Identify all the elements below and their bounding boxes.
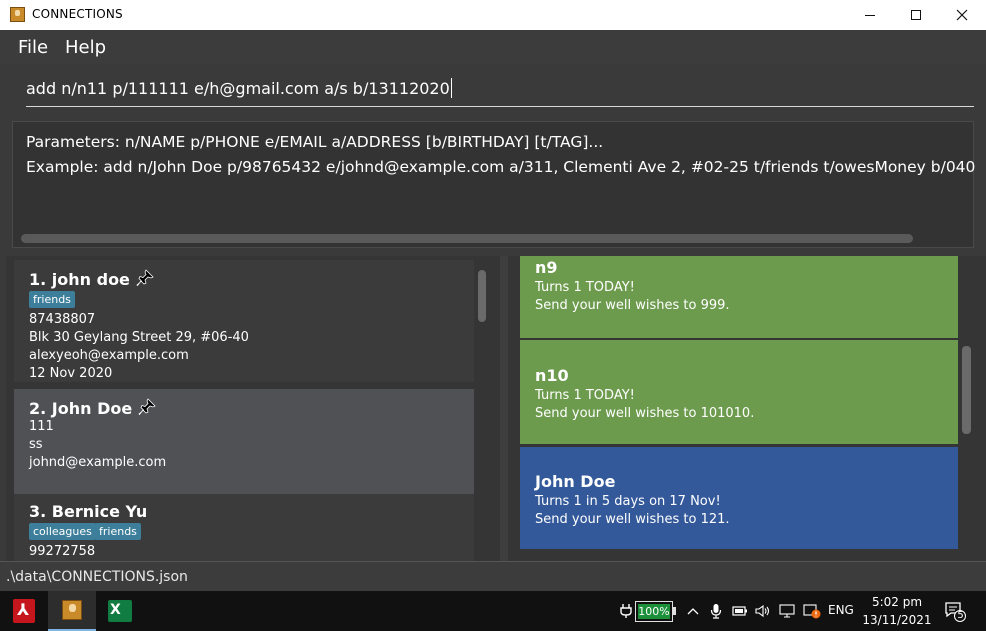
plug-icon xyxy=(620,604,632,618)
taskbar-connections[interactable] xyxy=(48,591,96,631)
birthday-message: Turns 1 in 5 days on 17 Nov! xyxy=(535,494,721,509)
person-list-panel: 1. john doe friends 87438807 Blk 30 Geyl… xyxy=(6,256,500,561)
app-window: File Help add n/n11 p/111111 e/h@gmail.c… xyxy=(0,30,986,591)
microphone-icon xyxy=(710,604,722,619)
menu-help[interactable]: Help xyxy=(65,37,106,58)
menu-bar: File Help xyxy=(0,30,986,64)
taskbar-excel[interactable] xyxy=(96,591,144,631)
connections-app-icon xyxy=(62,600,82,620)
result-line-1: Parameters: n/NAME p/PHONE e/EMAIL a/ADD… xyxy=(26,133,604,151)
person-name-text: 2. John Doe xyxy=(29,399,133,418)
person-email: johnd@example.com xyxy=(29,455,167,470)
result-display: Parameters: n/NAME p/PHONE e/EMAIL a/ADD… xyxy=(12,121,976,248)
person-phone: 111 xyxy=(29,419,54,434)
result-line-2: Example: add n/John Doe p/98765432 e/joh… xyxy=(26,158,976,176)
maximize-button[interactable] xyxy=(893,0,939,30)
birthday-name: John Doe xyxy=(535,472,616,491)
close-button[interactable] xyxy=(939,0,985,30)
tag-friends: friends xyxy=(29,291,75,308)
clock-time[interactable]: 5:02 pm xyxy=(862,595,932,609)
microphone-button[interactable] xyxy=(706,591,726,631)
result-horizontal-scrollbar[interactable] xyxy=(19,234,965,244)
window-title: CONNECTIONS xyxy=(32,7,123,21)
tag-colleagues: colleagues xyxy=(29,523,96,540)
chevron-up-icon xyxy=(687,608,699,615)
input-language[interactable]: ENG xyxy=(828,603,854,617)
person-name-text: 1. john doe xyxy=(29,270,130,289)
birthday-card[interactable]: n10 Turns 1 TODAY! Send your well wishes… xyxy=(520,340,958,444)
text-caret xyxy=(450,78,452,98)
clock-date[interactable]: 13/11/2021 xyxy=(862,613,932,627)
battery-tip xyxy=(673,607,676,615)
excel-icon xyxy=(108,600,132,622)
security-button[interactable] xyxy=(801,591,823,631)
volume-button[interactable] xyxy=(753,591,773,631)
birthday-card[interactable]: n9 Turns 1 TODAY! Send your well wishes … xyxy=(520,256,958,338)
birthday-list-scrollbar[interactable] xyxy=(962,346,971,434)
person-birthday: 12 Nov 2020 xyxy=(29,366,113,381)
network-icon xyxy=(779,604,795,618)
notification-count: 5 xyxy=(957,610,964,621)
birthday-wishes: Send your well wishes to 101010. xyxy=(535,406,755,421)
app-icon xyxy=(10,7,25,22)
command-underline xyxy=(26,106,974,107)
show-hidden-icons-button[interactable] xyxy=(684,591,702,631)
power-button[interactable] xyxy=(730,591,750,631)
data-file-path: .\data\CONNECTIONS.json xyxy=(6,569,188,585)
person-phone: 87438807 xyxy=(29,312,96,327)
birthday-name: n10 xyxy=(535,366,569,385)
maximize-icon xyxy=(911,10,921,20)
result-scroll-thumb[interactable] xyxy=(21,234,913,243)
person-email: alexyeoh@example.com xyxy=(29,348,189,363)
title-bar: CONNECTIONS xyxy=(0,0,986,30)
birthday-name: n9 xyxy=(535,258,558,277)
person-address: ss xyxy=(29,437,43,452)
taskbar-acrobat[interactable] xyxy=(0,591,48,631)
command-text: add n/n11 p/111111 e/h@gmail.com a/s b/1… xyxy=(26,79,450,98)
person-card[interactable]: 3. Bernice Yu colleagues friends 9927275… xyxy=(14,494,474,561)
person-phone: 99272758 xyxy=(29,544,96,559)
command-input[interactable]: add n/n11 p/111111 e/h@gmail.com a/s b/1… xyxy=(26,78,452,98)
person-name: 2. John Doe xyxy=(29,398,156,420)
pdf-icon xyxy=(13,599,35,623)
speaker-icon xyxy=(755,604,770,618)
tag-friends: friends xyxy=(95,523,141,540)
battery-percent: 100% xyxy=(638,605,670,618)
command-box[interactable]: add n/n11 p/111111 e/h@gmail.com a/s b/1… xyxy=(12,64,974,108)
notification-center-button[interactable]: 5 xyxy=(944,601,966,622)
person-card-selected[interactable]: 2. John Doe 111 ss johnd@example.com xyxy=(14,389,474,494)
birthday-message: Turns 1 TODAY! xyxy=(535,388,635,403)
birthday-wishes: Send your well wishes to 121. xyxy=(535,512,730,527)
menu-file[interactable]: File xyxy=(18,37,48,58)
minimize-icon xyxy=(865,14,875,16)
status-bar: .\data\CONNECTIONS.json xyxy=(0,561,986,591)
battery-indicator[interactable]: 100% xyxy=(620,601,676,622)
birthday-reminder-panel: n9 Turns 1 TODAY! Send your well wishes … xyxy=(508,256,986,561)
battery-icon: 100% xyxy=(635,601,673,622)
taskbar: 100% ENG 5:02 pm 13/11/2021 5 xyxy=(0,591,986,631)
birthday-message: Turns 1 TODAY! xyxy=(535,280,635,295)
person-name: 1. john doe xyxy=(29,269,154,291)
close-icon xyxy=(956,9,968,21)
person-name: 3. Bernice Yu xyxy=(29,502,148,521)
battery-charging-icon xyxy=(732,606,747,616)
pin-icon xyxy=(136,269,154,291)
shield-warning-icon xyxy=(803,604,821,619)
pin-icon xyxy=(138,398,156,420)
person-card[interactable]: 1. john doe friends 87438807 Blk 30 Geyl… xyxy=(14,260,474,382)
person-address: Blk 30 Geylang Street 29, #06-40 xyxy=(29,330,249,345)
birthday-card[interactable]: John Doe Turns 1 in 5 days on 17 Nov! Se… xyxy=(520,447,958,549)
network-button[interactable] xyxy=(777,591,799,631)
panel-divider[interactable] xyxy=(500,256,508,561)
person-list-scrollbar[interactable] xyxy=(478,270,486,322)
minimize-button[interactable] xyxy=(847,0,893,30)
birthday-wishes: Send your well wishes to 999. xyxy=(535,298,730,313)
